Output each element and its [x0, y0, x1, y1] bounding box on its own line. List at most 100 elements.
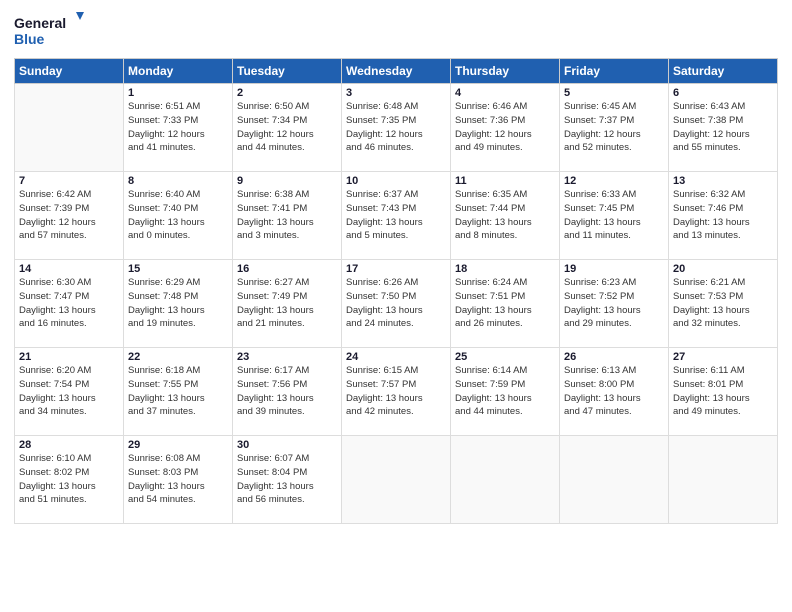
day-number: 14: [19, 263, 119, 275]
calendar-cell: 30Sunrise: 6:07 AM Sunset: 8:04 PM Dayli…: [233, 436, 342, 524]
calendar-cell: 6Sunrise: 6:43 AM Sunset: 7:38 PM Daylig…: [669, 84, 778, 172]
weekday-monday: Monday: [124, 59, 233, 84]
day-info: Sunrise: 6:23 AM Sunset: 7:52 PM Dayligh…: [564, 276, 664, 331]
header: General Blue: [14, 10, 778, 50]
day-info: Sunrise: 6:24 AM Sunset: 7:51 PM Dayligh…: [455, 276, 555, 331]
day-info: Sunrise: 6:29 AM Sunset: 7:48 PM Dayligh…: [128, 276, 228, 331]
calendar-cell: 3Sunrise: 6:48 AM Sunset: 7:35 PM Daylig…: [342, 84, 451, 172]
calendar-cell: 18Sunrise: 6:24 AM Sunset: 7:51 PM Dayli…: [451, 260, 560, 348]
day-number: 20: [673, 263, 773, 275]
day-info: Sunrise: 6:32 AM Sunset: 7:46 PM Dayligh…: [673, 188, 773, 243]
day-info: Sunrise: 6:10 AM Sunset: 8:02 PM Dayligh…: [19, 452, 119, 507]
day-info: Sunrise: 6:50 AM Sunset: 7:34 PM Dayligh…: [237, 100, 337, 155]
calendar-cell: 21Sunrise: 6:20 AM Sunset: 7:54 PM Dayli…: [15, 348, 124, 436]
calendar-cell: 15Sunrise: 6:29 AM Sunset: 7:48 PM Dayli…: [124, 260, 233, 348]
day-number: 9: [237, 175, 337, 187]
calendar-cell: 17Sunrise: 6:26 AM Sunset: 7:50 PM Dayli…: [342, 260, 451, 348]
calendar-cell: 23Sunrise: 6:17 AM Sunset: 7:56 PM Dayli…: [233, 348, 342, 436]
calendar-cell: 13Sunrise: 6:32 AM Sunset: 7:46 PM Dayli…: [669, 172, 778, 260]
day-number: 27: [673, 351, 773, 363]
calendar-table: SundayMondayTuesdayWednesdayThursdayFrid…: [14, 58, 778, 524]
day-number: 10: [346, 175, 446, 187]
calendar-cell: 24Sunrise: 6:15 AM Sunset: 7:57 PM Dayli…: [342, 348, 451, 436]
day-number: 21: [19, 351, 119, 363]
day-number: 24: [346, 351, 446, 363]
day-number: 19: [564, 263, 664, 275]
day-info: Sunrise: 6:37 AM Sunset: 7:43 PM Dayligh…: [346, 188, 446, 243]
day-info: Sunrise: 6:17 AM Sunset: 7:56 PM Dayligh…: [237, 364, 337, 419]
day-number: 15: [128, 263, 228, 275]
day-info: Sunrise: 6:18 AM Sunset: 7:55 PM Dayligh…: [128, 364, 228, 419]
day-number: 28: [19, 439, 119, 451]
logo-svg: General Blue: [14, 10, 84, 50]
day-number: 22: [128, 351, 228, 363]
calendar-cell: 22Sunrise: 6:18 AM Sunset: 7:55 PM Dayli…: [124, 348, 233, 436]
day-number: 2: [237, 87, 337, 99]
day-number: 30: [237, 439, 337, 451]
day-number: 29: [128, 439, 228, 451]
day-number: 17: [346, 263, 446, 275]
day-info: Sunrise: 6:26 AM Sunset: 7:50 PM Dayligh…: [346, 276, 446, 331]
day-number: 8: [128, 175, 228, 187]
day-info: Sunrise: 6:45 AM Sunset: 7:37 PM Dayligh…: [564, 100, 664, 155]
calendar-cell: 20Sunrise: 6:21 AM Sunset: 7:53 PM Dayli…: [669, 260, 778, 348]
calendar-cell: 1Sunrise: 6:51 AM Sunset: 7:33 PM Daylig…: [124, 84, 233, 172]
weekday-thursday: Thursday: [451, 59, 560, 84]
calendar-cell: 16Sunrise: 6:27 AM Sunset: 7:49 PM Dayli…: [233, 260, 342, 348]
week-row-4: 28Sunrise: 6:10 AM Sunset: 8:02 PM Dayli…: [15, 436, 778, 524]
calendar-cell: 10Sunrise: 6:37 AM Sunset: 7:43 PM Dayli…: [342, 172, 451, 260]
day-info: Sunrise: 6:30 AM Sunset: 7:47 PM Dayligh…: [19, 276, 119, 331]
calendar-cell: 4Sunrise: 6:46 AM Sunset: 7:36 PM Daylig…: [451, 84, 560, 172]
calendar-cell: 19Sunrise: 6:23 AM Sunset: 7:52 PM Dayli…: [560, 260, 669, 348]
day-number: 3: [346, 87, 446, 99]
week-row-1: 7Sunrise: 6:42 AM Sunset: 7:39 PM Daylig…: [15, 172, 778, 260]
day-number: 5: [564, 87, 664, 99]
day-info: Sunrise: 6:13 AM Sunset: 8:00 PM Dayligh…: [564, 364, 664, 419]
day-info: Sunrise: 6:20 AM Sunset: 7:54 PM Dayligh…: [19, 364, 119, 419]
day-info: Sunrise: 6:51 AM Sunset: 7:33 PM Dayligh…: [128, 100, 228, 155]
day-info: Sunrise: 6:43 AM Sunset: 7:38 PM Dayligh…: [673, 100, 773, 155]
calendar-cell: [342, 436, 451, 524]
day-info: Sunrise: 6:08 AM Sunset: 8:03 PM Dayligh…: [128, 452, 228, 507]
week-row-2: 14Sunrise: 6:30 AM Sunset: 7:47 PM Dayli…: [15, 260, 778, 348]
week-row-0: 1Sunrise: 6:51 AM Sunset: 7:33 PM Daylig…: [15, 84, 778, 172]
day-number: 7: [19, 175, 119, 187]
calendar-cell: 29Sunrise: 6:08 AM Sunset: 8:03 PM Dayli…: [124, 436, 233, 524]
day-info: Sunrise: 6:42 AM Sunset: 7:39 PM Dayligh…: [19, 188, 119, 243]
calendar-cell: [15, 84, 124, 172]
day-info: Sunrise: 6:46 AM Sunset: 7:36 PM Dayligh…: [455, 100, 555, 155]
weekday-tuesday: Tuesday: [233, 59, 342, 84]
day-number: 4: [455, 87, 555, 99]
svg-text:General: General: [14, 15, 66, 31]
calendar-cell: 8Sunrise: 6:40 AM Sunset: 7:40 PM Daylig…: [124, 172, 233, 260]
day-number: 12: [564, 175, 664, 187]
day-number: 26: [564, 351, 664, 363]
svg-text:Blue: Blue: [14, 31, 45, 47]
day-number: 13: [673, 175, 773, 187]
day-info: Sunrise: 6:07 AM Sunset: 8:04 PM Dayligh…: [237, 452, 337, 507]
weekday-saturday: Saturday: [669, 59, 778, 84]
day-info: Sunrise: 6:21 AM Sunset: 7:53 PM Dayligh…: [673, 276, 773, 331]
day-number: 18: [455, 263, 555, 275]
calendar-cell: 5Sunrise: 6:45 AM Sunset: 7:37 PM Daylig…: [560, 84, 669, 172]
weekday-sunday: Sunday: [15, 59, 124, 84]
weekday-wednesday: Wednesday: [342, 59, 451, 84]
calendar-cell: 27Sunrise: 6:11 AM Sunset: 8:01 PM Dayli…: [669, 348, 778, 436]
calendar-cell: 14Sunrise: 6:30 AM Sunset: 7:47 PM Dayli…: [15, 260, 124, 348]
week-row-3: 21Sunrise: 6:20 AM Sunset: 7:54 PM Dayli…: [15, 348, 778, 436]
calendar-cell: 26Sunrise: 6:13 AM Sunset: 8:00 PM Dayli…: [560, 348, 669, 436]
calendar-cell: 9Sunrise: 6:38 AM Sunset: 7:41 PM Daylig…: [233, 172, 342, 260]
calendar-cell: 11Sunrise: 6:35 AM Sunset: 7:44 PM Dayli…: [451, 172, 560, 260]
calendar-cell: [560, 436, 669, 524]
day-number: 6: [673, 87, 773, 99]
calendar-cell: 12Sunrise: 6:33 AM Sunset: 7:45 PM Dayli…: [560, 172, 669, 260]
calendar-cell: [669, 436, 778, 524]
day-info: Sunrise: 6:11 AM Sunset: 8:01 PM Dayligh…: [673, 364, 773, 419]
calendar-cell: 25Sunrise: 6:14 AM Sunset: 7:59 PM Dayli…: [451, 348, 560, 436]
day-info: Sunrise: 6:40 AM Sunset: 7:40 PM Dayligh…: [128, 188, 228, 243]
weekday-header-row: SundayMondayTuesdayWednesdayThursdayFrid…: [15, 59, 778, 84]
day-info: Sunrise: 6:33 AM Sunset: 7:45 PM Dayligh…: [564, 188, 664, 243]
day-info: Sunrise: 6:48 AM Sunset: 7:35 PM Dayligh…: [346, 100, 446, 155]
day-info: Sunrise: 6:38 AM Sunset: 7:41 PM Dayligh…: [237, 188, 337, 243]
calendar-cell: 2Sunrise: 6:50 AM Sunset: 7:34 PM Daylig…: [233, 84, 342, 172]
